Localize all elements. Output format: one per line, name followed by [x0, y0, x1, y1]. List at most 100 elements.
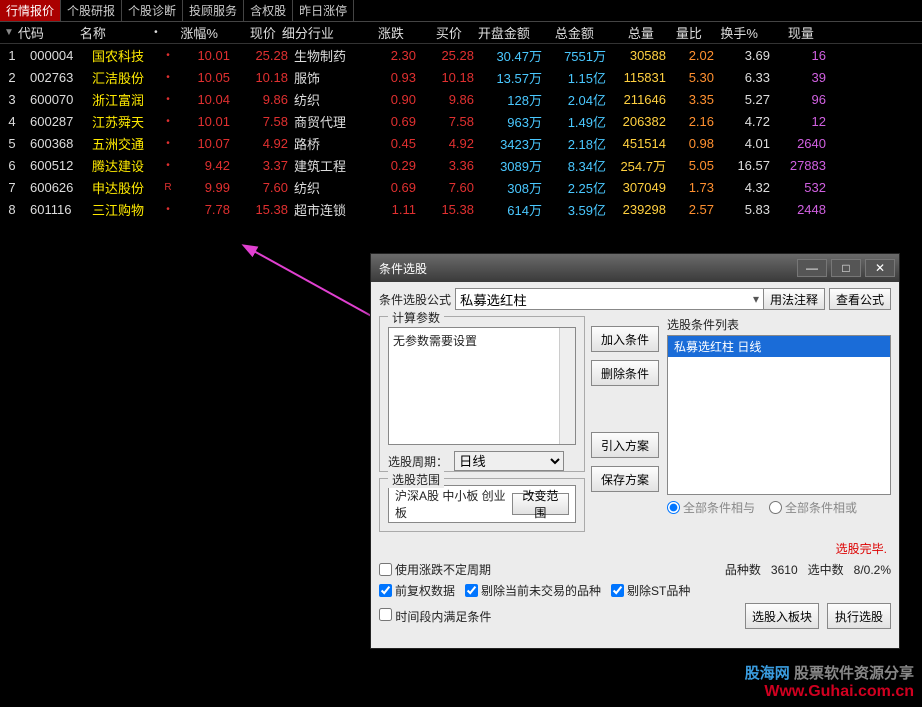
col-price[interactable]: 现价: [224, 23, 282, 42]
cell-ratega: 5.30: [672, 70, 720, 85]
cell-turn: 4.72: [720, 114, 776, 129]
formula-select[interactable]: [455, 288, 769, 310]
col-rat[interactable]: 量比: [660, 23, 708, 42]
table-row[interactable]: 1000004国农科技•10.0125.28生物制药2.3025.2830.47…: [0, 44, 922, 66]
cell-chg: 2.30: [364, 48, 422, 63]
stat-selected-value: 8/0.2%: [854, 563, 891, 577]
change-range-button[interactable]: 改变范围: [512, 493, 569, 515]
cell-idx: 8: [0, 202, 30, 217]
col-bid[interactable]: 买价: [410, 23, 468, 42]
chk-notrade[interactable]: 剔除当前未交易的品种: [465, 582, 601, 599]
table-row[interactable]: 4600287江苏舜天•10.017.58商贸代理0.697.58963万1.4…: [0, 110, 922, 132]
params-scrollbar[interactable]: [559, 328, 575, 444]
col-name[interactable]: 名称: [80, 23, 152, 42]
table-row[interactable]: 3600070浙江富润•10.049.86纺织0.909.86128万2.04亿…: [0, 88, 922, 110]
cell-open: 128万: [480, 90, 548, 109]
save-plan-button[interactable]: 保存方案: [591, 466, 659, 492]
cell-vol: 30588: [612, 48, 672, 63]
cell-turn: 16.57: [720, 158, 776, 173]
cell-name: 江苏舜天: [92, 112, 164, 131]
menu-tab-1[interactable]: 个股研报: [61, 0, 122, 21]
cell-code: 600626: [30, 180, 92, 195]
cell-turn: 5.27: [720, 92, 776, 107]
condition-item[interactable]: 私募选红柱 日线: [668, 336, 890, 357]
menu-tab-3[interactable]: 投顾服务: [183, 0, 244, 21]
radio-or[interactable]: 全部条件相或: [769, 499, 857, 516]
cell-ratega: 5.05: [672, 158, 720, 173]
cell-chg: 0.93: [364, 70, 422, 85]
cell-code: 000004: [30, 48, 92, 63]
watermark: 股海网 股票软件资源分享 Www.Guhai.com.cn: [745, 662, 914, 701]
minimize-button[interactable]: —: [797, 259, 827, 277]
table-row[interactable]: 2002763汇洁股份•10.0510.18服饰0.9310.1813.57万1…: [0, 66, 922, 88]
cell-vol: 206382: [612, 114, 672, 129]
col-ind[interactable]: 细分行业: [282, 23, 352, 42]
col-vol[interactable]: 总量: [600, 23, 660, 42]
table-row[interactable]: 6600512腾达建设•9.423.37建筑工程0.293.363089万8.3…: [0, 154, 922, 176]
chk-period[interactable]: 使用涨跌不定周期: [379, 561, 491, 578]
cell-ratega: 3.35: [672, 92, 720, 107]
cell-tot: 2.18亿: [548, 134, 612, 153]
col-dot: •: [152, 27, 166, 38]
table-row[interactable]: 7600626申达股份R9.997.60纺织0.697.60308万2.25亿3…: [0, 176, 922, 198]
cell-code: 601116: [30, 202, 92, 217]
cell-tot: 2.04亿: [548, 90, 612, 109]
table-row[interactable]: 5600368五洲交通•10.074.92路桥0.454.923423万2.18…: [0, 132, 922, 154]
cell-flag-icon: •: [164, 204, 178, 215]
chk-st[interactable]: 剔除ST品种: [611, 582, 690, 599]
cell-tot: 2.25亿: [548, 178, 612, 197]
period-select[interactable]: 日线: [454, 451, 564, 471]
menu-tab-2[interactable]: 个股诊断: [122, 0, 183, 21]
cell-vol: 254.7万: [612, 156, 672, 175]
col-holds[interactable]: 现量: [764, 23, 820, 42]
col-open[interactable]: 开盘金额: [468, 23, 536, 42]
radio-and[interactable]: 全部条件相与: [667, 499, 755, 516]
condition-select-dialog: 条件选股 — □ ✕ 条件选股公式 ▾ 用法注释 查看公式 计算参数 无参数需要…: [370, 253, 900, 649]
cell-holds: 12: [776, 114, 832, 129]
add-to-block-button[interactable]: 选股入板块: [745, 603, 819, 629]
cell-ratega: 2.16: [672, 114, 720, 129]
del-condition-button[interactable]: 删除条件: [591, 360, 659, 386]
cell-industry: 路桥: [294, 134, 364, 153]
chk-time[interactable]: 时间段内满足条件: [379, 608, 491, 625]
view-formula-button[interactable]: 查看公式: [829, 288, 891, 310]
cell-open: 614万: [480, 200, 548, 219]
cell-open: 963万: [480, 112, 548, 131]
col-chg[interactable]: 涨跌: [352, 23, 410, 42]
dropdown-icon[interactable]: ▾: [753, 292, 759, 306]
menu-tab-5[interactable]: 昨日涨停: [293, 0, 354, 21]
load-plan-button[interactable]: 引入方案: [591, 432, 659, 458]
cell-industry: 商贸代理: [294, 112, 364, 131]
close-button[interactable]: ✕: [865, 259, 895, 277]
condition-list[interactable]: 私募选红柱 日线: [667, 335, 891, 495]
add-condition-button[interactable]: 加入条件: [591, 326, 659, 352]
menu-tab-0[interactable]: 行情报价: [0, 0, 61, 21]
cell-holds: 16: [776, 48, 832, 63]
cell-ratega: 2.57: [672, 202, 720, 217]
col-turn[interactable]: 换手%: [708, 23, 764, 42]
cell-bid: 25.28: [422, 48, 480, 63]
sort-arrow-icon[interactable]: ▼: [0, 27, 18, 38]
maximize-button[interactable]: □: [831, 259, 861, 277]
table-row[interactable]: 8601116三江购物•7.7815.38超市连锁1.1115.38614万3.…: [0, 198, 922, 220]
col-chgp[interactable]: 涨幅%: [166, 23, 224, 42]
cell-ratega: 0.98: [672, 136, 720, 151]
cell-chgp: 9.42: [178, 158, 236, 173]
cell-open: 30.47万: [480, 46, 548, 65]
cell-name: 汇洁股份: [92, 68, 164, 87]
usage-button[interactable]: 用法注释: [763, 288, 825, 310]
chk-qfq[interactable]: 前复权数据: [379, 582, 455, 599]
range-fieldset: 选股范围 沪深A股 中小板 创业板 改变范围: [379, 478, 585, 532]
col-tot[interactable]: 总金额: [536, 23, 600, 42]
cell-chg: 1.11: [364, 202, 422, 217]
cell-holds: 39: [776, 70, 832, 85]
dialog-titlebar[interactable]: 条件选股 — □ ✕: [371, 254, 899, 282]
run-select-button[interactable]: 执行选股: [827, 603, 891, 629]
cell-name: 五洲交通: [92, 134, 164, 153]
cell-holds: 532: [776, 180, 832, 195]
cell-open: 308万: [480, 178, 548, 197]
cell-bid: 15.38: [422, 202, 480, 217]
col-code[interactable]: 代码: [18, 23, 80, 42]
menu-tab-4[interactable]: 含权股: [244, 0, 293, 21]
formula-label: 条件选股公式: [379, 291, 451, 308]
